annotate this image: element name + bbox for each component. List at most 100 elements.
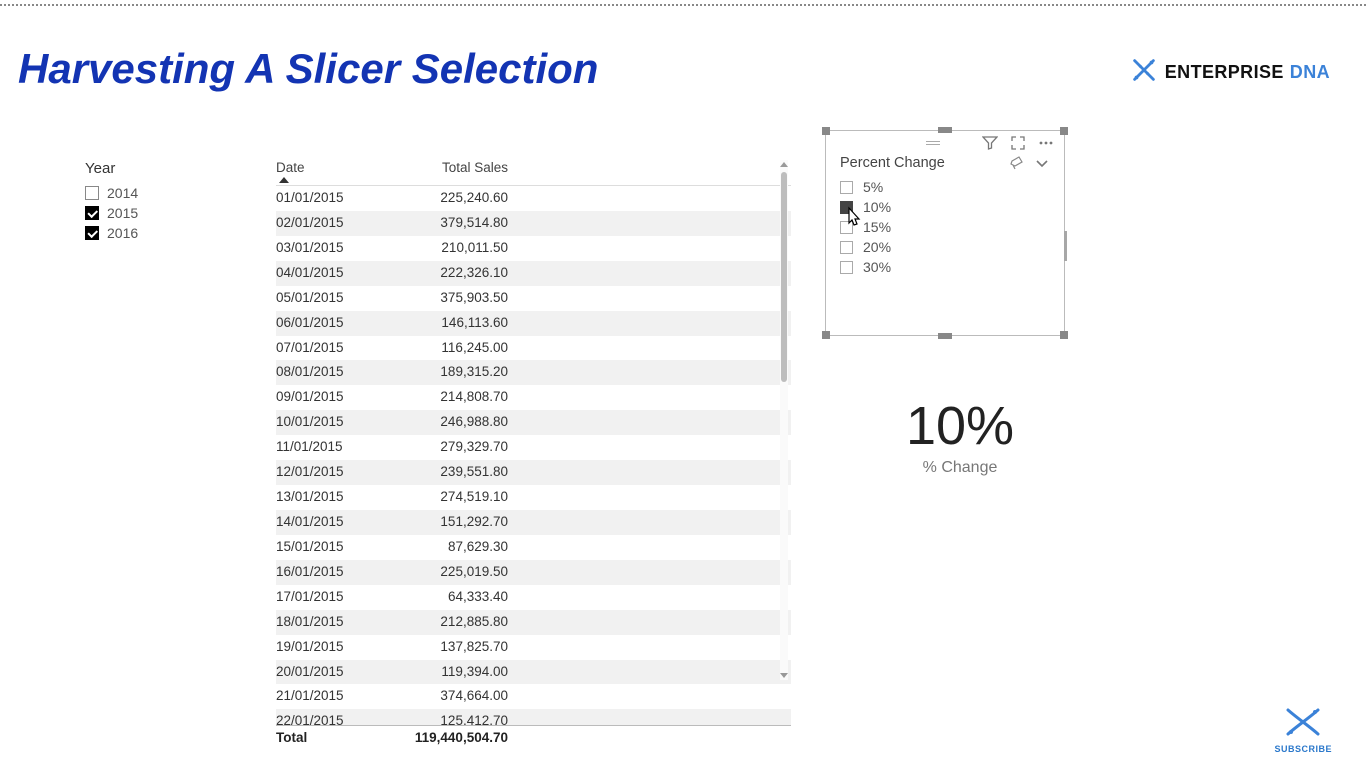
year-item-2016[interactable]: 2016 [85, 223, 225, 243]
resize-handle[interactable] [938, 333, 952, 339]
checkbox-icon[interactable] [840, 221, 853, 234]
cell-sales: 379,514.80 [398, 213, 508, 234]
subscribe-badge[interactable]: SUBSCRIBE [1274, 707, 1332, 754]
col-header-sales[interactable]: Total Sales [398, 160, 508, 183]
table-row[interactable]: 02/01/2015 379,514.80 [276, 211, 791, 236]
resize-handle[interactable] [1060, 127, 1068, 135]
table-row[interactable]: 15/01/2015 87,629.30 [276, 535, 791, 560]
table-row[interactable]: 14/01/2015 151,292.70 [276, 510, 791, 535]
table-row[interactable]: 04/01/2015222,326.10 [276, 261, 791, 286]
resize-handle[interactable] [822, 127, 830, 135]
cell-date: 07/01/2015 [276, 338, 368, 359]
table-scrollbar[interactable] [780, 160, 788, 680]
year-label: 2014 [107, 185, 138, 201]
table-row[interactable]: 09/01/2015214,808.70 [276, 385, 791, 410]
cell-sales: 151,292.70 [398, 512, 508, 533]
table-row[interactable]: 12/01/2015239,551.80 [276, 460, 791, 485]
table-row[interactable]: 19/01/2015137,825.70 [276, 635, 791, 660]
cell-date: 08/01/2015 [276, 362, 368, 383]
cell-sales: 64,333.40 [398, 587, 508, 608]
table-row[interactable]: 18/01/2015212,885.80 [276, 610, 791, 635]
cell-date: 11/01/2015 [276, 437, 368, 458]
cell-sales: 225,019.50 [398, 562, 508, 583]
cell-sales: 374,664.00 [398, 686, 508, 707]
scroll-thumb[interactable] [781, 172, 787, 382]
cell-date: 15/01/2015 [276, 537, 368, 558]
table-row[interactable]: 06/01/2015146,113.60 [276, 311, 791, 336]
pct-label: 15% [863, 219, 891, 235]
slicer-header-row: Percent Change [826, 153, 1064, 175]
filter-icon[interactable] [982, 135, 998, 151]
pct-item-5[interactable]: 5% [840, 177, 1050, 197]
drag-handle-icon[interactable] [926, 141, 940, 145]
table-row[interactable]: 08/01/2015189,315.20 [276, 360, 791, 385]
cell-sales: 375,903.50 [398, 288, 508, 309]
checkbox-icon[interactable] [840, 201, 853, 214]
checkbox-checked-icon[interactable] [85, 226, 99, 240]
checkbox-icon[interactable] [85, 186, 99, 200]
focus-mode-icon[interactable] [1010, 135, 1026, 151]
percent-change-card[interactable]: 10% % Change [830, 395, 1090, 477]
more-options-icon[interactable] [1038, 135, 1054, 151]
pct-item-15[interactable]: 15% [840, 217, 1050, 237]
sort-ascending-icon[interactable] [279, 177, 289, 183]
scroll-up-icon[interactable] [780, 162, 788, 167]
pct-item-30[interactable]: 30% [840, 257, 1050, 277]
checkbox-icon[interactable] [840, 261, 853, 274]
cell-sales: 119,394.00 [398, 662, 508, 683]
cell-date: 17/01/2015 [276, 587, 368, 608]
checkbox-icon[interactable] [840, 241, 853, 254]
cell-sales: 87,629.30 [398, 537, 508, 558]
cell-date: 13/01/2015 [276, 487, 368, 508]
table-body: 01/01/2015225,240.6002/01/2015 379,514.80… [276, 185, 791, 709]
pct-item-10[interactable]: 10% [840, 197, 1050, 217]
percent-change-slicer[interactable]: Percent Change 5% 10% 15% 20% [825, 130, 1065, 336]
cell-sales: 214,808.70 [398, 387, 508, 408]
year-slicer[interactable]: Year 2014 2015 2016 [85, 160, 225, 243]
subscribe-label: SUBSCRIBE [1274, 744, 1332, 754]
table-row[interactable]: 03/01/2015210,011.50 [276, 236, 791, 261]
year-label: 2015 [107, 205, 138, 221]
checkbox-checked-icon[interactable] [85, 206, 99, 220]
table-row[interactable]: 07/01/2015116,245.00 [276, 336, 791, 361]
table-row[interactable]: 01/01/2015225,240.60 [276, 186, 791, 211]
table-row[interactable]: 11/01/2015279,329.70 [276, 435, 791, 460]
table-row[interactable]: 22/01/2015 125,412.70 [276, 709, 791, 725]
sales-table[interactable]: Date Total Sales 01/01/2015225,240.6002/… [276, 160, 791, 690]
checkbox-icon[interactable] [840, 181, 853, 194]
year-item-2015[interactable]: 2015 [85, 203, 225, 223]
cell-sales: 239,551.80 [398, 462, 508, 483]
total-value: 119,440,504.70 [398, 730, 508, 745]
table-row[interactable]: 05/01/2015375,903.50 [276, 286, 791, 311]
scroll-down-icon[interactable] [780, 673, 788, 678]
cell-date: 02/01/2015 [276, 213, 368, 234]
top-border [0, 0, 1366, 6]
resize-handle[interactable] [938, 127, 952, 133]
table-row[interactable]: 21/01/2015374,664.00 [276, 684, 791, 709]
cell-sales: 274,519.10 [398, 487, 508, 508]
resize-handle[interactable] [1060, 331, 1068, 339]
table-row[interactable]: 10/01/2015246,988.80 [276, 410, 791, 435]
year-label: 2016 [107, 225, 138, 241]
card-label: % Change [830, 459, 1090, 477]
col-header-date[interactable]: Date [276, 160, 368, 175]
pct-slicer-title: Percent Change [840, 155, 945, 171]
year-item-2014[interactable]: 2014 [85, 183, 225, 203]
resize-handle[interactable] [1064, 231, 1067, 261]
table-row[interactable]: 20/01/2015119,394.00 [276, 660, 791, 685]
cell-sales: 212,885.80 [398, 612, 508, 633]
table-row[interactable]: 13/01/2015 274,519.10 [276, 485, 791, 510]
cell-date: 14/01/2015 [276, 512, 368, 533]
pct-item-20[interactable]: 20% [840, 237, 1050, 257]
cell-date: 22/01/2015 [276, 711, 368, 723]
clear-selections-icon[interactable] [1008, 155, 1024, 171]
cell-date: 01/01/2015 [276, 188, 368, 209]
table-row[interactable]: 16/01/2015225,019.50 [276, 560, 791, 585]
table-total-row: Total 119,440,504.70 [276, 725, 791, 745]
visual-toolbar [826, 131, 1064, 153]
resize-handle[interactable] [822, 331, 830, 339]
card-value: 10% [830, 395, 1090, 457]
table-row[interactable]: 17/01/2015 64,333.40 [276, 585, 791, 610]
chevron-down-icon[interactable] [1034, 155, 1050, 171]
cell-sales: 222,326.10 [398, 263, 508, 284]
